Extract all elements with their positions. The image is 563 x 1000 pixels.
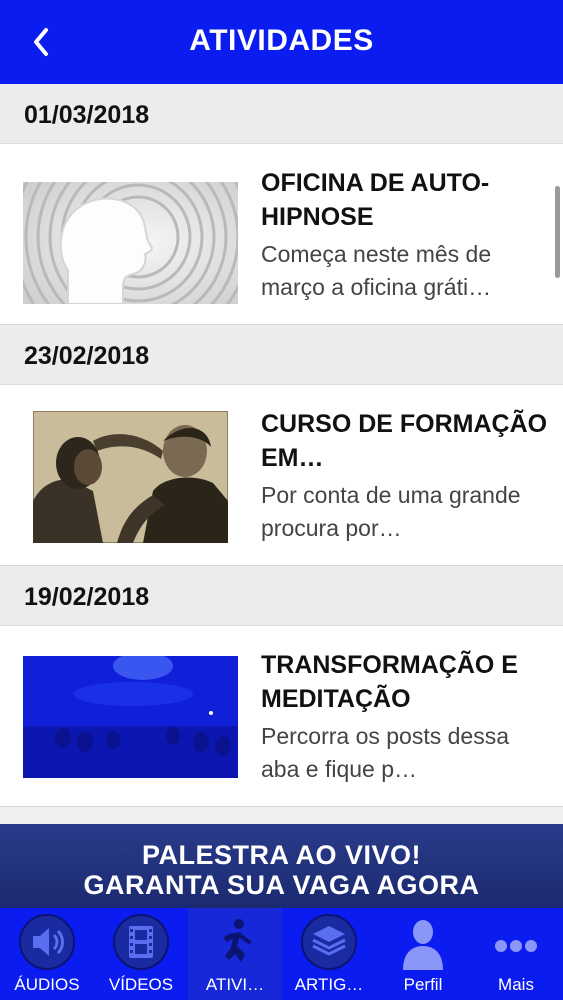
page-title: ATIVIDADES bbox=[189, 24, 374, 57]
activity-thumbnail bbox=[23, 656, 238, 778]
tab-label: VÍDEOS bbox=[108, 975, 174, 994]
person-icon bbox=[403, 920, 443, 970]
activity-title: CURSO DE FORMAÇÃO EM… bbox=[261, 410, 548, 472]
activity-thumbnail bbox=[33, 411, 228, 543]
tab-atividades[interactable]: ATIVI… bbox=[188, 908, 282, 1000]
scrollbar[interactable] bbox=[555, 186, 560, 278]
banner-line-1: PALESTRA AO VIVO! bbox=[141, 840, 421, 870]
meditation-room-image bbox=[23, 656, 238, 778]
tab-videos[interactable]: VÍDEOS bbox=[94, 908, 188, 1000]
running-person-icon bbox=[223, 919, 251, 962]
speaker-icon bbox=[19, 914, 75, 970]
activity-description: Percorra os posts dessa aba e fique p… bbox=[261, 723, 510, 782]
activity-description: Por conta de uma grande procura por… bbox=[261, 482, 521, 541]
tab-mais[interactable]: Mais bbox=[469, 908, 563, 1000]
activity-title: OFICINA DE AUTO-HIPNOSE bbox=[261, 169, 490, 231]
activity-item[interactable]: OFICINA DE AUTO-HIPNOSE Começa neste mês… bbox=[0, 144, 563, 325]
tab-label: Perfil bbox=[403, 975, 443, 994]
film-icon bbox=[113, 914, 169, 970]
tab-label: ÁUDIOS bbox=[14, 975, 80, 994]
top-bar: ATIVIDADES bbox=[0, 0, 563, 84]
tab-label: ATIVI… bbox=[205, 975, 265, 994]
more-dots-icon bbox=[495, 940, 537, 952]
activity-text: OFICINA DE AUTO-HIPNOSE Começa neste mês… bbox=[261, 166, 551, 304]
activities-list[interactable]: 01/03/2018 OFICINA DE AUTO-HIPNOSE Começ… bbox=[0, 84, 563, 824]
activity-title: TRANSFORMAÇÃO E MEDITAÇÃO bbox=[261, 651, 518, 713]
activity-thumbnail bbox=[23, 182, 238, 304]
layers-icon bbox=[301, 914, 357, 970]
date-header: 01/03/2018 bbox=[0, 84, 563, 144]
date-header: 19/02/2018 bbox=[0, 566, 563, 626]
activity-item[interactable]: CURSO DE FORMAÇÃO EM… Por conta de uma g… bbox=[0, 385, 563, 566]
activity-text: CURSO DE FORMAÇÃO EM… Por conta de uma g… bbox=[261, 407, 551, 545]
hypnosis-photo-image bbox=[33, 411, 228, 543]
tab-label: ARTIG… bbox=[294, 975, 364, 994]
banner-line-2: GARANTA SUA VAGA AGORA bbox=[83, 870, 480, 900]
activity-description: Começa neste mês de março a oficina grát… bbox=[261, 241, 492, 300]
tab-label: Mais bbox=[498, 975, 534, 994]
head-silhouette-image bbox=[23, 182, 238, 304]
promo-banner[interactable]: PALESTRA AO VIVO! GARANTA SUA VAGA AGORA bbox=[0, 824, 563, 908]
tab-artigos[interactable]: ARTIG… bbox=[282, 908, 376, 1000]
activity-text: TRANSFORMAÇÃO E MEDITAÇÃO Percorra os po… bbox=[261, 648, 551, 786]
tab-perfil[interactable]: Perfil bbox=[376, 908, 470, 1000]
date-header: 23/02/2018 bbox=[0, 325, 563, 385]
tab-audios[interactable]: ÁUDIOS bbox=[0, 908, 94, 1000]
activity-item[interactable]: TRANSFORMAÇÃO E MEDITAÇÃO Percorra os po… bbox=[0, 626, 563, 807]
tab-bar: ÁUDIOS VÍDEOS ATIVI… ARTIG… Perfil Mais bbox=[0, 908, 563, 1000]
